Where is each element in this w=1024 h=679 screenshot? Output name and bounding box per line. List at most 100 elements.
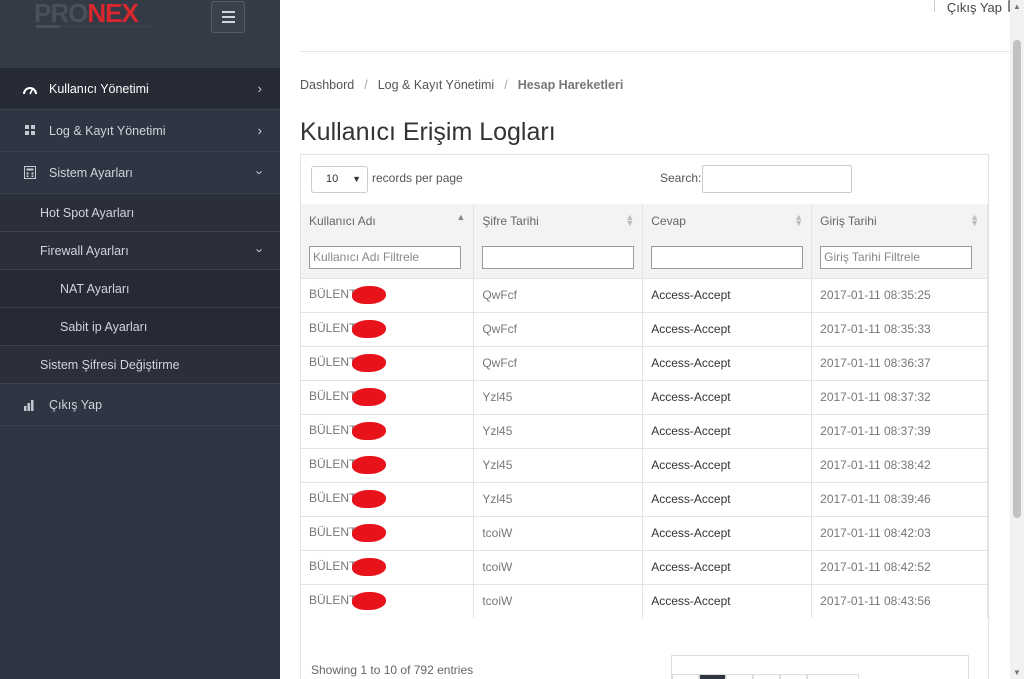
cell-response: Access-Accept xyxy=(642,413,813,448)
table-row: BÜLENT Yzl45 Access-Accept 2017-01-11 08:37… xyxy=(301,413,988,448)
page-length-select[interactable]: 10 ▼ xyxy=(311,166,368,193)
cell-username: BÜLENT xyxy=(301,583,475,618)
page-scrollbar[interactable]: ▲ ▼ xyxy=(1010,0,1024,679)
chevron-down-icon: › xyxy=(252,170,268,175)
sidebar-item-user-management[interactable]: Kullanıcı Yönetimi › xyxy=(0,68,280,110)
hamburger-icon-line xyxy=(221,16,235,18)
sidebar-item-change-password[interactable]: Sistem Şifresi Değiştirme xyxy=(0,346,280,384)
cell-response-text: Access-Accept xyxy=(651,356,731,370)
column-header-label: Giriş Tarihi xyxy=(820,214,877,228)
cell-login-date: 2017-01-11 08:43:56 xyxy=(811,583,988,618)
table-row: BÜLENT Yzl45 Access-Accept 2017-01-11 08:39… xyxy=(301,481,988,516)
sidebar-item-label: Sistem Şifresi Değiştirme xyxy=(40,357,180,372)
sidebar-item-static-ip-settings[interactable]: Sabit ip Ayarları xyxy=(0,308,280,346)
cell-login-date: 2017-01-11 08:35:33 xyxy=(811,311,988,346)
cell-username: BÜLENT xyxy=(301,311,475,346)
scrollbar-thumb[interactable] xyxy=(1013,40,1021,518)
table-controls: 10 ▼ records per page Search: xyxy=(301,155,988,203)
filter-cell xyxy=(642,238,813,278)
password-date-filter-input[interactable] xyxy=(482,246,635,270)
sidebar-item-logout[interactable]: Çıkış Yap xyxy=(0,384,280,426)
brand-header: PRONEX xyxy=(0,0,280,68)
column-header-label: Kullanıcı Adı xyxy=(309,214,376,228)
scroll-down-icon[interactable]: ▼ xyxy=(1013,668,1021,677)
cell-response-text: Access-Accept xyxy=(651,390,731,404)
cell-username-text: BÜLENT xyxy=(309,593,357,608)
hamburger-icon xyxy=(221,11,235,13)
cell-response: Access-Accept xyxy=(642,515,813,550)
pagination-next[interactable] xyxy=(807,674,859,679)
cell-response-text: Access-Accept xyxy=(651,424,731,438)
cell-username-text: BÜLENT xyxy=(309,355,357,370)
redaction-mark xyxy=(352,490,387,508)
page-length-value: 10 xyxy=(326,173,339,185)
pagination-page[interactable] xyxy=(726,674,753,679)
response-filter-input[interactable] xyxy=(651,246,804,270)
cell-login-date: 2017-01-11 08:39:46 xyxy=(811,481,988,516)
column-header-label: Şifre Tarihi xyxy=(482,214,539,228)
pagination-page[interactable] xyxy=(753,674,780,679)
sidebar-item-nat-settings[interactable]: NAT Ayarları xyxy=(0,270,280,308)
cell-username-text: BÜLENT xyxy=(309,491,357,506)
redaction-mark xyxy=(352,456,387,474)
breadcrumb-item-dashboard[interactable]: Dashbord xyxy=(300,78,354,92)
table-row: BÜLENT QwFcf Access-Accept 2017-01-11 08:35… xyxy=(301,277,988,312)
chevron-right-icon: › xyxy=(257,81,262,96)
cell-response-text: Access-Accept xyxy=(651,594,731,609)
column-header-response[interactable]: Cevap ▲ ▼ xyxy=(642,204,813,238)
breadcrumb: Dashbord / Log & Kayıt Yönetimi / Hesap … xyxy=(300,78,623,92)
username-filter-input[interactable]: Kullanıcı Adı Filtrele xyxy=(309,246,461,270)
pagination-page-active[interactable] xyxy=(699,674,726,679)
cell-response-text: Access-Accept xyxy=(651,492,731,506)
sidebar-item-label: Hot Spot Ayarları xyxy=(40,205,135,220)
cell-username: BÜLENT xyxy=(301,481,475,516)
column-header-password-date[interactable]: Şifre Tarihi ▲ ▼ xyxy=(473,204,644,238)
sidebar-item-firewall-settings[interactable]: Firewall Ayarları › xyxy=(0,232,280,270)
cell-password-date-text: QwFcf xyxy=(482,288,518,302)
cell-login-date-text: 2017-01-11 08:42:52 xyxy=(820,560,931,574)
pagination-page[interactable] xyxy=(780,674,807,679)
table-row: BÜLENT tcoiW Access-Accept 2017-01-11 08:42… xyxy=(301,549,988,584)
pagination-previous[interactable] xyxy=(672,674,699,679)
sidebar-item-hotspot-settings[interactable]: Hot Spot Ayarları xyxy=(0,194,280,232)
column-header-label: Cevap xyxy=(651,214,686,228)
bar-chart-icon xyxy=(22,397,38,413)
cell-response-text: Access-Accept xyxy=(651,458,731,472)
cell-username: BÜLENT xyxy=(301,379,475,414)
sidebar-item-system-settings[interactable]: Sistem Ayarları › xyxy=(0,152,280,194)
column-header-login-date[interactable]: Giriş Tarihi ▲ ▼ xyxy=(811,204,988,238)
sidebar-item-label: Çıkış Yap xyxy=(49,397,103,412)
table-row: BÜLENT tcoiW Access-Accept 2017-01-11 08:42… xyxy=(301,515,988,550)
cell-username: BÜLENT xyxy=(301,447,475,482)
cell-username-text: BÜLENT xyxy=(309,423,357,438)
cell-password-date: tcoiW xyxy=(473,549,644,584)
sidebar-item-label: Kullanıcı Yönetimi xyxy=(49,81,149,96)
redaction-mark xyxy=(352,320,387,338)
redaction-mark xyxy=(352,558,387,576)
breadcrumb-item-log-management[interactable]: Log & Kayıt Yönetimi xyxy=(378,78,495,92)
cell-login-date-text: 2017-01-11 08:37:39 xyxy=(820,424,931,438)
sort-asc-icon: ▲ xyxy=(456,212,466,222)
redaction-mark xyxy=(352,388,387,406)
cell-login-date: 2017-01-11 08:37:39 xyxy=(811,413,988,448)
table-info: Showing 1 to 10 of 792 entries xyxy=(311,663,474,677)
column-header-username[interactable]: Kullanıcı Adı ▲ xyxy=(301,204,475,238)
cell-password-date-text: QwFcf xyxy=(482,356,518,370)
redaction-mark xyxy=(352,422,387,440)
cell-response-text: Access-Accept xyxy=(651,322,731,336)
scroll-up-icon[interactable]: ▲ xyxy=(1013,2,1021,11)
filter-row: Kullanıcı Adı Filtrele Giriş Tarihi Filt… xyxy=(301,238,988,278)
logo-text-pro: PRO xyxy=(34,0,88,28)
sidebar: PRONEX Kullanıcı Yönetimi › Log & Kayıt … xyxy=(0,0,280,679)
topbar: Çıkış Yap xyxy=(300,0,1024,52)
menu-toggle-button[interactable] xyxy=(211,1,245,33)
search-input[interactable] xyxy=(702,165,852,193)
sidebar-item-log-management[interactable]: Log & Kayıt Yönetimi › xyxy=(0,110,280,152)
cell-response: Access-Accept xyxy=(642,481,813,516)
caret-down-icon: ▼ xyxy=(352,174,361,184)
sidebar-item-label: Sabit ip Ayarları xyxy=(60,319,148,334)
login-date-filter-input[interactable]: Giriş Tarihi Filtrele xyxy=(820,246,973,270)
cell-response: Access-Accept xyxy=(642,379,813,414)
cell-password-date-text: tcoiW xyxy=(482,594,513,609)
log-table: Kullanıcı Adı ▲ Şifre Tarihi ▲ ▼ Cevap ▲ ▼… xyxy=(301,204,988,618)
